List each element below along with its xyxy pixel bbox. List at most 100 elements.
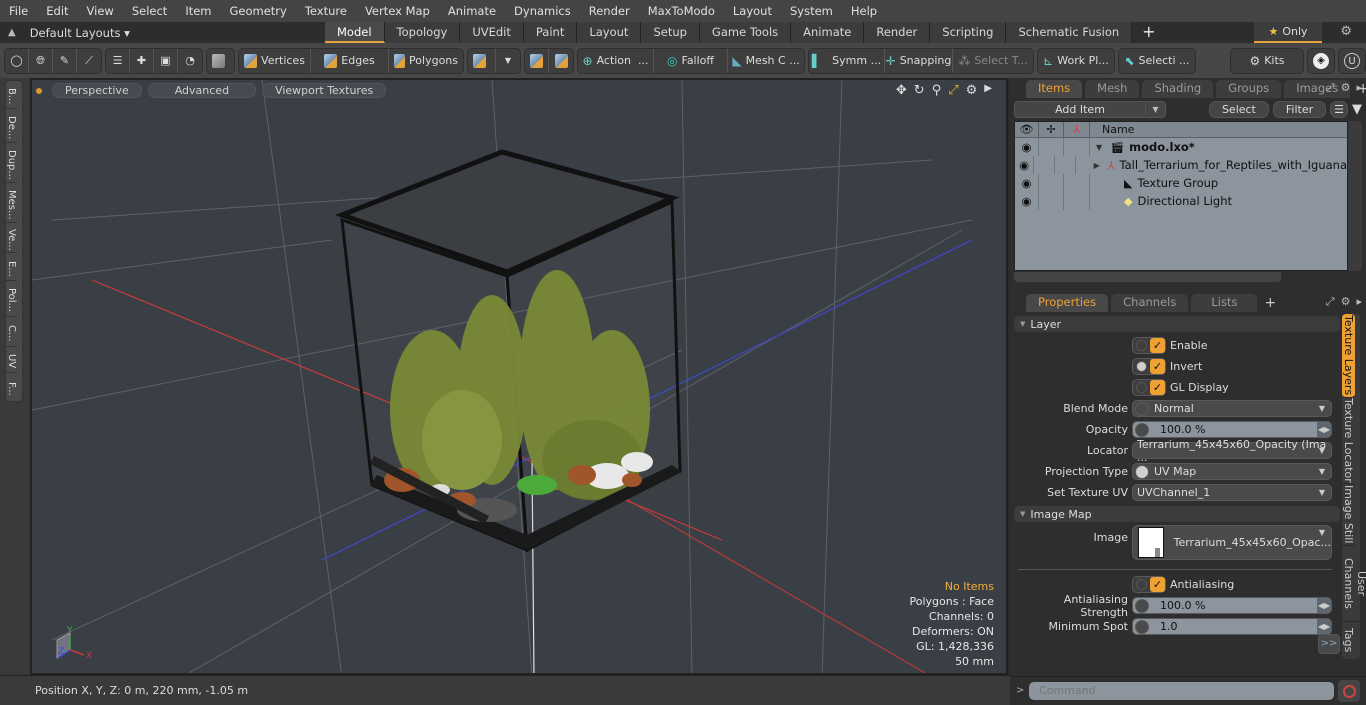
menu-system[interactable]: System bbox=[781, 4, 842, 18]
add-tab-button[interactable]: + bbox=[1132, 22, 1165, 43]
menu-select[interactable]: Select bbox=[123, 4, 176, 18]
filter-button[interactable]: Filter bbox=[1272, 100, 1327, 118]
3d-viewport[interactable]: Y X Z Perspective Advanced Viewport Text… bbox=[30, 78, 1008, 675]
gl-display-checkbox[interactable]: ✓ bbox=[1132, 379, 1166, 396]
menu-item[interactable]: Item bbox=[176, 4, 220, 18]
menu-vertex-map[interactable]: Vertex Map bbox=[356, 4, 439, 18]
menu-texture[interactable]: Texture bbox=[296, 4, 356, 18]
expand-panel-icon[interactable]: ⤢ bbox=[1326, 81, 1335, 95]
symmetry-button[interactable]: ▌ Symm ... bbox=[809, 48, 885, 73]
list-options-icon[interactable]: ☰ bbox=[1330, 100, 1348, 118]
left-tab-mesh[interactable]: Mes... bbox=[6, 183, 17, 223]
tab-uvedit[interactable]: UVEdit bbox=[460, 22, 524, 43]
menu-maxtomodo[interactable]: MaxToModo bbox=[639, 4, 724, 18]
maximize-icon[interactable]: ⤢ bbox=[948, 83, 958, 98]
layer-section-header[interactable]: ▼ Layer bbox=[1014, 316, 1340, 332]
properties-menu-arrow-icon[interactable]: ▸ bbox=[1356, 295, 1362, 309]
image-select[interactable]: Terrarium_45x45x60_Opac... ▼ bbox=[1132, 525, 1332, 560]
clock-icon[interactable]: ◔ bbox=[178, 49, 202, 73]
select-through-button[interactable]: ⁂ Select T... bbox=[953, 49, 1033, 73]
align-icon[interactable]: ☰ bbox=[106, 48, 130, 73]
lock-column-icon[interactable]: ✢ bbox=[1039, 122, 1064, 137]
menu-help[interactable]: Help bbox=[842, 4, 886, 18]
side-tab-texture-locator[interactable]: Texture Locator bbox=[1342, 398, 1355, 484]
view-mode-button[interactable]: Perspective bbox=[52, 83, 142, 98]
only-button[interactable]: ★ Only bbox=[1254, 22, 1322, 43]
antialiasing-checkbox[interactable]: ✓ bbox=[1132, 576, 1166, 593]
edges-button[interactable]: Edges bbox=[311, 48, 389, 73]
left-tab-fusion[interactable]: F... bbox=[6, 373, 17, 401]
item-mode-button[interactable] bbox=[207, 49, 234, 73]
viewport-indicator-icon[interactable] bbox=[36, 87, 42, 94]
shading-mode-button[interactable]: Advanced bbox=[147, 83, 257, 98]
image-map-section-header[interactable]: ▼ Image Map bbox=[1014, 506, 1340, 522]
frame-icon[interactable]: ▣ bbox=[154, 48, 178, 73]
left-tab-duplicate[interactable]: Dup... bbox=[6, 143, 17, 183]
left-tab-uv[interactable]: UV bbox=[6, 347, 17, 373]
left-tab-deform[interactable]: De... bbox=[6, 109, 17, 143]
visibility-eye-icon[interactable]: ◉ bbox=[1015, 156, 1035, 174]
tab-render[interactable]: Render bbox=[864, 22, 931, 43]
snapping-button[interactable]: ✛ Snapping bbox=[885, 48, 953, 73]
falloff-button[interactable]: ◎ Falloff bbox=[654, 48, 728, 73]
tab-paint[interactable]: Paint bbox=[523, 22, 578, 43]
tab-game-tools[interactable]: Game Tools bbox=[699, 22, 792, 43]
add-item-dropdown-icon[interactable]: ▼ bbox=[1145, 104, 1165, 114]
tab-setup[interactable]: Setup bbox=[641, 22, 700, 43]
kits-button[interactable]: ⚙ Kits bbox=[1231, 49, 1303, 73]
locator-select[interactable]: Terrarium_45x45x60_Opacity (Ima ... ▼ bbox=[1132, 438, 1332, 464]
more-options-button[interactable]: >> bbox=[1318, 634, 1340, 654]
left-tab-vertex[interactable]: Ve... bbox=[6, 223, 17, 253]
left-tab-polygon[interactable]: Pol... bbox=[6, 281, 17, 317]
center-icon[interactable] bbox=[549, 49, 573, 73]
left-tab-edge[interactable]: E... bbox=[6, 253, 17, 281]
menu-file[interactable]: File bbox=[0, 4, 37, 18]
curve-tool-icon[interactable]: ⟋ bbox=[77, 49, 101, 73]
tree-row[interactable]: ◉ ◆ Directional Light bbox=[1015, 192, 1347, 210]
menu-edit[interactable]: Edit bbox=[37, 4, 77, 18]
circle-tool-icon[interactable]: ◯ bbox=[5, 48, 29, 73]
cross-grid-icon[interactable]: ✚ bbox=[130, 48, 154, 73]
left-tab-curve[interactable]: C... bbox=[6, 317, 17, 347]
viewport-textures-button[interactable]: Viewport Textures bbox=[262, 83, 387, 98]
gear-icon[interactable]: ⚙ bbox=[1340, 24, 1352, 39]
expand-properties-icon[interactable]: ⤢ bbox=[1326, 295, 1335, 309]
tab-shading[interactable]: Shading bbox=[1142, 80, 1214, 98]
pivot-icon[interactable] bbox=[525, 48, 549, 73]
tree-vertical-scrollbar[interactable] bbox=[1348, 121, 1362, 271]
unreal-button[interactable]: U bbox=[1339, 49, 1365, 73]
menu-animate[interactable]: Animate bbox=[439, 4, 505, 18]
tab-animate[interactable]: Animate bbox=[791, 22, 865, 43]
projection-type-select[interactable]: UV Map ▼ bbox=[1132, 463, 1332, 480]
menu-geometry[interactable]: Geometry bbox=[221, 4, 296, 18]
menu-dynamics[interactable]: Dynamics bbox=[505, 4, 580, 18]
properties-gear-icon[interactable]: ⚙ bbox=[1341, 295, 1351, 309]
select-button[interactable]: Select bbox=[1208, 100, 1269, 118]
slider-handle-icon[interactable]: ◀▶ bbox=[1317, 422, 1331, 437]
terrarium-model[interactable] bbox=[334, 149, 682, 553]
funnel-filter-icon[interactable]: ▼ bbox=[1352, 102, 1362, 117]
set-texture-uv-select[interactable]: UVChannel_1 ▼ bbox=[1132, 484, 1332, 501]
add-item-button[interactable]: Add Item ▼ bbox=[1014, 100, 1166, 118]
tab-properties[interactable]: Properties bbox=[1026, 294, 1109, 312]
menu-view[interactable]: View bbox=[78, 4, 123, 18]
axis-column-icon[interactable]: ⅄ bbox=[1064, 122, 1090, 137]
viewport-menu-arrow-icon[interactable]: ▶ bbox=[984, 83, 992, 98]
pan-icon[interactable]: ✥ bbox=[896, 83, 907, 98]
slider-handle-icon[interactable]: ◀▶ bbox=[1317, 619, 1331, 634]
unity-button[interactable]: ◈ bbox=[1308, 49, 1334, 73]
side-tab-texture-layers[interactable]: Texture Layers bbox=[1342, 314, 1355, 398]
name-column-header[interactable]: Name bbox=[1090, 122, 1347, 137]
pen-tool-icon[interactable]: ✎ bbox=[53, 48, 77, 73]
tree-row[interactable]: ◉ ▶ ⅄ Tall_Terrarium_for_Reptiles_with_I… bbox=[1015, 156, 1347, 174]
mode-dropdown[interactable]: ▼ bbox=[496, 49, 520, 73]
blend-mode-select[interactable]: Normal ▼ bbox=[1132, 400, 1332, 417]
enable-checkbox[interactable]: ✓ bbox=[1132, 337, 1166, 354]
record-macro-button[interactable] bbox=[1338, 680, 1360, 702]
mesh-constraints-button[interactable]: ◣ Mesh C ... bbox=[728, 49, 804, 73]
collapse-up-icon[interactable]: ▲ bbox=[8, 27, 16, 38]
tab-lists[interactable]: Lists bbox=[1191, 294, 1258, 312]
visibility-column-icon[interactable]: 👁︎ bbox=[1015, 122, 1039, 137]
antialiasing-strength-input[interactable]: 100.0 % ◀▶ bbox=[1132, 597, 1332, 614]
vertices-button[interactable]: Vertices bbox=[239, 48, 311, 73]
